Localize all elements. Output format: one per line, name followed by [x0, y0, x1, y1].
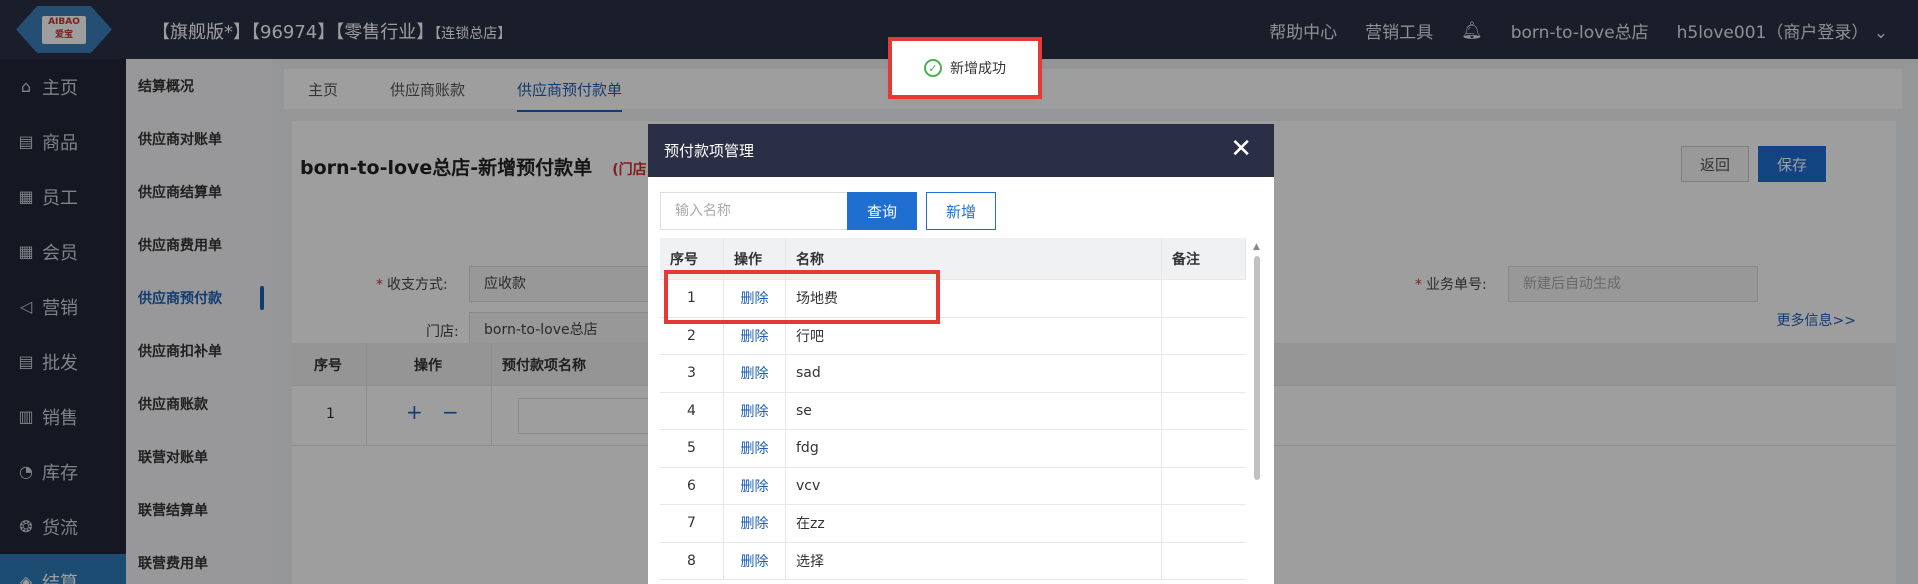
- table-row: 4 删除 se: [660, 392, 1246, 430]
- delete-link[interactable]: 删除: [724, 430, 786, 467]
- row-no: 5: [660, 430, 724, 467]
- row-name: 在zz: [786, 505, 1162, 542]
- row-note: [1162, 468, 1246, 505]
- query-button[interactable]: 查询: [847, 192, 917, 230]
- table-row: 5 删除 fdg: [660, 430, 1246, 468]
- row-name: vcv: [786, 467, 1162, 504]
- add-button[interactable]: 新增: [926, 192, 996, 230]
- prepay-items-modal: 预付款项管理 ✕ 输入名称 查询 新增 序号 操作 名称 备注 1 删除 场地费 2…: [648, 124, 1274, 584]
- table-row: 8 删除 选择: [660, 542, 1246, 580]
- row-note: [1162, 505, 1246, 542]
- scroll-up-icon[interactable]: ▲: [1253, 242, 1260, 252]
- col-note: 备注: [1162, 238, 1246, 279]
- scrollbar-thumb[interactable]: [1254, 256, 1260, 480]
- delete-link[interactable]: 删除: [724, 355, 786, 392]
- row-name: fdg: [786, 430, 1162, 467]
- delete-link[interactable]: 删除: [724, 505, 786, 542]
- delete-link[interactable]: 删除: [724, 392, 786, 429]
- name-search-input[interactable]: 输入名称: [660, 192, 848, 230]
- row-note: [1162, 280, 1246, 317]
- row-note: [1162, 543, 1246, 580]
- table-scrollbar[interactable]: ▲: [1250, 238, 1264, 584]
- row-note: [1162, 318, 1246, 355]
- row-note: [1162, 393, 1246, 430]
- row-note: [1162, 430, 1246, 467]
- row-no: 7: [660, 505, 724, 542]
- row-no: 6: [660, 467, 724, 504]
- delete-link[interactable]: 删除: [724, 542, 786, 579]
- modal-header: 预付款项管理 ✕: [648, 124, 1274, 177]
- highlight-box: [664, 270, 940, 324]
- row-name: 选择: [786, 542, 1162, 579]
- row-name: sad: [786, 355, 1162, 392]
- modal-title: 预付款项管理: [664, 142, 755, 160]
- row-note: [1162, 355, 1246, 392]
- row-name: se: [786, 392, 1162, 429]
- close-icon[interactable]: ✕: [1230, 136, 1252, 162]
- table-row: 3 删除 sad: [660, 355, 1246, 393]
- delete-link[interactable]: 删除: [724, 467, 786, 504]
- highlight-box: [888, 37, 1042, 99]
- row-no: 8: [660, 542, 724, 579]
- row-no: 4: [660, 392, 724, 429]
- row-no: 3: [660, 355, 724, 392]
- table-row: 6 删除 vcv: [660, 467, 1246, 505]
- table-row: 7 删除 在zz: [660, 505, 1246, 543]
